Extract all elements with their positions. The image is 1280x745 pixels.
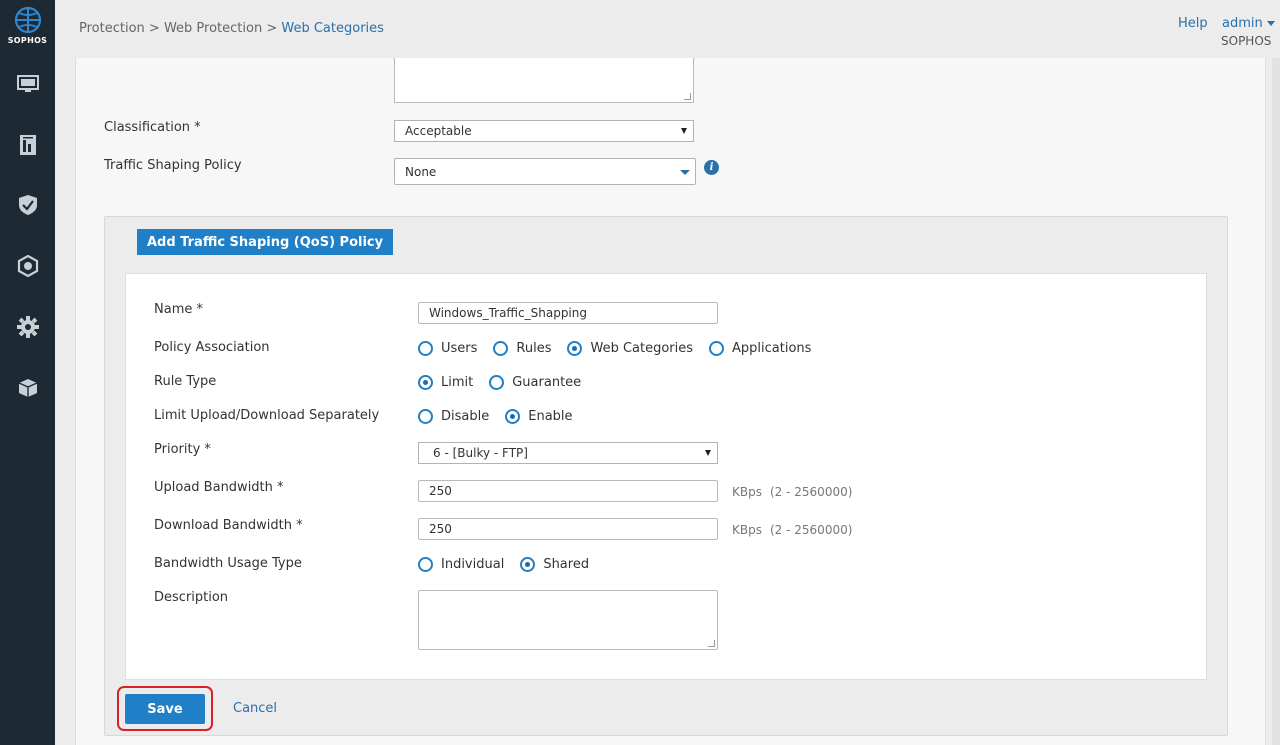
name-input[interactable]: Windows_Traffic_Shapping bbox=[418, 302, 718, 324]
radio-checked-icon bbox=[505, 409, 521, 424]
radio-label: Individual bbox=[441, 557, 505, 572]
info-icon[interactable]: i bbox=[704, 160, 719, 175]
limit-separately-group: Disable Enable bbox=[418, 409, 589, 424]
radio-web-categories[interactable]: Web Categories bbox=[567, 341, 693, 356]
traffic-shaping-select[interactable]: None bbox=[394, 158, 696, 185]
limit-separately-label: Limit Upload/Download Separately bbox=[154, 408, 380, 423]
chevron-down-icon bbox=[680, 169, 690, 175]
top-bar: Protection > Web Protection > Web Catego… bbox=[55, 0, 1280, 58]
bandwidth-usage-group: Individual Shared bbox=[418, 557, 605, 572]
resize-grip-icon[interactable] bbox=[684, 93, 691, 100]
radio-circle-icon bbox=[418, 409, 433, 424]
classification-select[interactable]: Acceptable bbox=[394, 120, 694, 142]
radio-enable[interactable]: Enable bbox=[505, 409, 573, 424]
qos-panel-title: Add Traffic Shaping (QoS) Policy bbox=[137, 229, 394, 255]
dropdown-arrow-icon bbox=[705, 450, 711, 456]
traffic-shaping-value: None bbox=[405, 164, 437, 179]
radio-checked-icon bbox=[567, 341, 583, 356]
dropdown-arrow-icon bbox=[681, 128, 687, 134]
description-textarea[interactable] bbox=[418, 590, 718, 650]
name-label: Name * bbox=[154, 302, 203, 317]
policy-association-group: Users Rules Web Categories Applications bbox=[418, 341, 827, 356]
help-link[interactable]: Help bbox=[1178, 16, 1208, 31]
admin-menu[interactable]: admin bbox=[1222, 16, 1275, 31]
breadcrumb-protection[interactable]: Protection bbox=[79, 21, 145, 36]
breadcrumb-web-categories[interactable]: Web Categories bbox=[281, 21, 384, 36]
radio-circle-icon bbox=[418, 557, 433, 572]
priority-value: 6 - [Bulky - FTP] bbox=[433, 446, 528, 460]
radio-circle-icon bbox=[418, 341, 433, 356]
radio-label: Enable bbox=[528, 409, 573, 424]
rule-type-group: Limit Guarantee bbox=[418, 375, 597, 390]
cancel-button[interactable]: Cancel bbox=[233, 701, 277, 716]
shield-check-icon[interactable] bbox=[14, 191, 42, 219]
radio-checked-icon bbox=[418, 375, 433, 390]
upload-bandwidth-label: Upload Bandwidth * bbox=[154, 480, 284, 495]
scrollbar[interactable] bbox=[1272, 58, 1280, 745]
radio-circle-icon bbox=[709, 341, 725, 356]
save-button[interactable]: Save bbox=[125, 694, 205, 724]
radio-label: Shared bbox=[543, 557, 590, 572]
protection-icon[interactable] bbox=[14, 252, 42, 280]
upload-unit: KBps bbox=[732, 485, 762, 499]
breadcrumb: Protection > Web Protection > Web Catego… bbox=[79, 21, 384, 36]
classification-value: Acceptable bbox=[405, 124, 472, 138]
radio-label: Web Categories bbox=[590, 341, 694, 356]
radio-rules[interactable]: Rules bbox=[493, 341, 551, 356]
classification-label: Classification * bbox=[104, 120, 201, 135]
download-unit: KBps bbox=[732, 523, 762, 537]
download-bandwidth-input[interactable]: 250 bbox=[418, 518, 718, 540]
radio-label: Applications bbox=[732, 341, 812, 356]
radio-label: Limit bbox=[441, 375, 474, 390]
upload-bandwidth-input[interactable]: 250 bbox=[418, 480, 718, 502]
radio-circle-icon bbox=[489, 375, 505, 390]
policy-association-label: Policy Association bbox=[154, 340, 270, 355]
breadcrumb-separator: > bbox=[262, 21, 282, 36]
description-textarea-top[interactable] bbox=[394, 58, 694, 103]
sophos-logo[interactable]: SOPHOS bbox=[0, 6, 55, 45]
radio-label: Guarantee bbox=[512, 375, 582, 390]
description-label: Description bbox=[154, 590, 229, 605]
rule-type-label: Rule Type bbox=[154, 374, 217, 389]
radio-limit[interactable]: Limit bbox=[418, 375, 473, 390]
download-bandwidth-value: 250 bbox=[429, 522, 452, 536]
name-value: Windows_Traffic_Shapping bbox=[429, 306, 587, 320]
bandwidth-usage-label: Bandwidth Usage Type bbox=[154, 556, 302, 571]
download-bandwidth-label: Download Bandwidth * bbox=[154, 518, 303, 533]
box-icon[interactable] bbox=[14, 374, 42, 402]
org-label: SOPHOS bbox=[1221, 34, 1272, 48]
radio-shared[interactable]: Shared bbox=[520, 557, 589, 572]
radio-circle-icon bbox=[493, 341, 509, 356]
monitor-icon[interactable] bbox=[14, 70, 42, 98]
priority-select[interactable]: 6 - [Bulky - FTP] bbox=[418, 442, 718, 464]
breadcrumb-separator: > bbox=[144, 21, 164, 36]
chevron-down-icon bbox=[1266, 21, 1275, 26]
radio-checked-icon bbox=[520, 557, 536, 572]
radio-label: Disable bbox=[441, 409, 490, 424]
radio-guarantee[interactable]: Guarantee bbox=[489, 375, 581, 390]
radio-label: Users bbox=[441, 341, 478, 356]
radio-label: Rules bbox=[516, 341, 552, 356]
admin-label: admin bbox=[1222, 16, 1263, 31]
globe-icon bbox=[14, 6, 41, 34]
traffic-shaping-label: Traffic Shaping Policy bbox=[104, 158, 242, 173]
download-range: (2 - 2560000) bbox=[770, 523, 853, 537]
logo-text: SOPHOS bbox=[7, 36, 48, 45]
breadcrumb-web-protection[interactable]: Web Protection bbox=[164, 21, 262, 36]
radio-disable[interactable]: Disable bbox=[418, 409, 489, 424]
sidebar: SOPHOS bbox=[0, 0, 55, 745]
upload-bandwidth-value: 250 bbox=[429, 484, 452, 498]
radio-users[interactable]: Users bbox=[418, 341, 477, 356]
resize-grip-icon[interactable] bbox=[708, 640, 715, 647]
upload-range: (2 - 2560000) bbox=[770, 485, 853, 499]
report-icon[interactable] bbox=[14, 131, 42, 159]
priority-label: Priority * bbox=[154, 442, 211, 457]
gear-icon[interactable] bbox=[14, 313, 42, 341]
radio-individual[interactable]: Individual bbox=[418, 557, 504, 572]
radio-applications[interactable]: Applications bbox=[709, 341, 811, 356]
